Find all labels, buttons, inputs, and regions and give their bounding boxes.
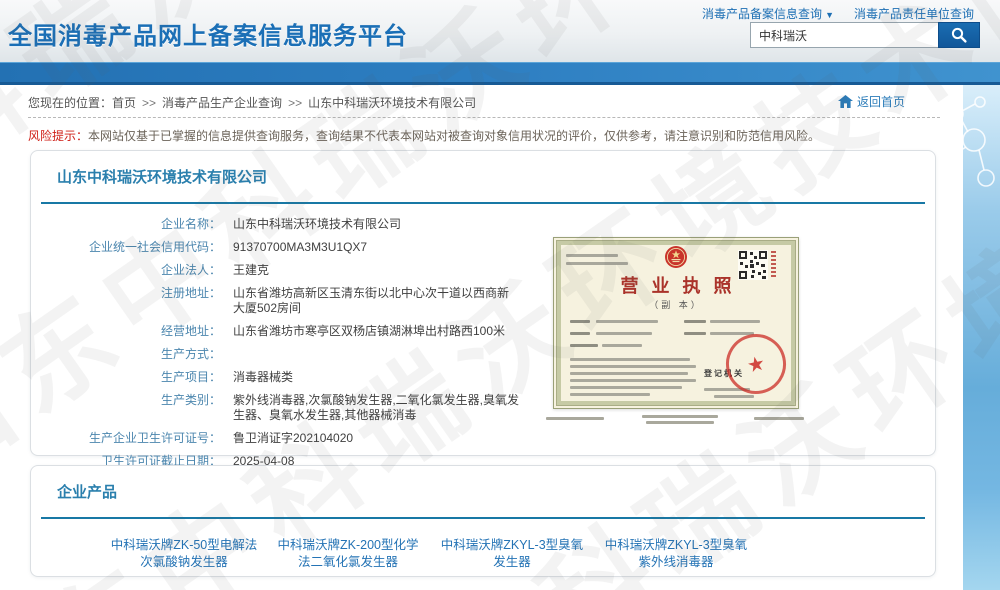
field-enterprise-name: 企业名称： 山东中科瑞沃环境技术有限公司 [31, 217, 935, 232]
breadcrumb-separator: >> [142, 96, 156, 110]
field-value: 紫外线消毒器,次氯酸钠发生器,二氧化氯发生器,臭氧发生器、臭氧水发生器,其他器械… [233, 393, 519, 423]
home-icon [838, 95, 853, 108]
license-captions [546, 413, 806, 427]
site-header: 全国消毒产品网上备案信息服务平台 消毒产品备案信息查询▼ 消毒产品责任单位查询 [0, 0, 1000, 62]
business-license-image: 营业执照 （副 本） [553, 237, 799, 409]
license-scope-bar [570, 365, 696, 368]
field-label: 注册地址： [31, 286, 221, 316]
field-hygiene-license-no: 生产企业卫生许可证号： 鲁卫消证字202104020 [31, 431, 935, 446]
field-credit-code: 企业统一社会信用代码： 91370700MA3M3U1QX7 [31, 240, 935, 255]
license-scope-bar [570, 393, 650, 396]
breadcrumb-home-link[interactable]: 首页 [112, 96, 136, 110]
header-band [0, 62, 1000, 85]
license-smallprint [566, 254, 618, 257]
breadcrumb-query-link[interactable]: 消毒产品生产企业查询 [162, 96, 282, 110]
license-field-bar [710, 320, 760, 323]
product-link[interactable]: 中科瑞沃牌ZKYL-3型臭氧紫外线消毒器 [601, 537, 751, 571]
product-link[interactable]: 中科瑞沃牌ZKYL-3型臭氧发生器 [437, 537, 587, 571]
license-field-bar [596, 320, 658, 323]
license-smallprint [566, 262, 628, 265]
nav-responsible-unit-query[interactable]: 消毒产品责任单位查询 [854, 5, 974, 22]
license-scope-bar [570, 386, 682, 389]
product-link[interactable]: 中科瑞沃牌ZK-50型电解法次氯酸钠发生器 [109, 537, 259, 571]
license-field-bar [570, 344, 598, 347]
search-input[interactable] [750, 22, 938, 48]
search-button[interactable] [938, 22, 980, 48]
license-scope-bar [570, 372, 688, 375]
field-production-item: 生产项目： 消毒器械类 [31, 370, 935, 385]
field-business-address: 经营地址： 山东省潍坊市寒亭区双杨店镇湖淋埠出村路西100米 [31, 324, 935, 339]
field-label: 生产类别： [31, 393, 221, 423]
nav-record-info-query[interactable]: 消毒产品备案信息查询▼ [702, 5, 834, 22]
site-title: 全国消毒产品网上备案信息服务平台 [8, 16, 408, 51]
field-legal-person: 企业法人： 王建克 [31, 263, 935, 278]
field-value: 鲁卫消证字202104020 [233, 431, 519, 446]
field-label: 生产企业卫生许可证号： [31, 431, 221, 446]
field-label: 生产方式： [31, 347, 221, 362]
chevron-down-icon: ▼ [825, 10, 834, 20]
license-scope-bar [570, 379, 696, 382]
product-list: 中科瑞沃牌ZK-50型电解法次氯酸钠发生器 中科瑞沃牌ZK-200型化学法二氧化… [109, 537, 935, 571]
field-label: 生产项目： [31, 370, 221, 385]
breadcrumb-divider [28, 117, 940, 118]
back-home-link[interactable]: 返回首页 [838, 93, 905, 110]
risk-notice-label: 风险提示： [28, 129, 88, 143]
company-info-panel: 山东中科瑞沃环境技术有限公司 企业名称： 山东中科瑞沃环境技术有限公司 企业统一社… [30, 150, 936, 456]
field-value: 山东中科瑞沃环境技术有限公司 [233, 217, 519, 232]
breadcrumb-current: 山东中科瑞沃环境技术有限公司 [308, 96, 476, 110]
field-value: 山东省潍坊高新区玉清东街以北中心次干道以西商新大厦502房间 [233, 286, 519, 316]
field-registered-address: 注册地址： 山东省潍坊高新区玉清东街以北中心次干道以西商新大厦502房间 [31, 286, 935, 316]
license-code-marks [771, 251, 776, 279]
license-subtitle: （副 本） [554, 298, 798, 311]
license-date-bar [714, 395, 754, 398]
company-fields: 企业名称： 山东中科瑞沃环境技术有限公司 企业统一社会信用代码： 91370700M… [31, 204, 935, 469]
breadcrumb-separator: >> [288, 96, 302, 110]
license-field-bar [684, 320, 706, 323]
license-field-bar [570, 320, 590, 323]
back-home-label: 返回首页 [857, 93, 905, 110]
field-value: 91370700MA3M3U1QX7 [233, 240, 519, 255]
field-value [233, 347, 519, 362]
products-panel: 企业产品 中科瑞沃牌ZK-50型电解法次氯酸钠发生器 中科瑞沃牌ZK-200型化… [30, 465, 936, 577]
license-field-bar [570, 332, 590, 335]
license-field-bar [602, 344, 642, 347]
product-link[interactable]: 中科瑞沃牌ZK-200型化学法二氧化氯发生器 [273, 537, 423, 571]
field-value: 消毒器械类 [233, 370, 519, 385]
panel-title-rule [41, 517, 925, 519]
risk-notice-text: 本网站仅基于已掌握的信息提供查询服务，查询结果不代表本网站对被查询对象信用状况的… [88, 129, 820, 143]
license-qr-code [738, 250, 768, 280]
top-nav: 消毒产品备案信息查询▼ 消毒产品责任单位查询 [702, 5, 974, 22]
license-field-bar [684, 332, 706, 335]
breadcrumb-prefix: 您现在的位置： [28, 96, 112, 110]
breadcrumb: 您现在的位置：首页 >> 消毒产品生产企业查询 >> 山东中科瑞沃环境技术有限公司 [28, 94, 476, 111]
field-production-mode: 生产方式： [31, 347, 935, 362]
risk-notice: 风险提示：本网站仅基于已掌握的信息提供查询服务，查询结果不代表本网站对被查询对象… [28, 127, 820, 144]
molecule-icon [928, 88, 1000, 218]
nav-record-info-query-label: 消毒产品备案信息查询 [702, 7, 822, 21]
field-value: 王建克 [233, 263, 519, 278]
license-scope-bar [570, 358, 690, 361]
field-label: 企业名称： [31, 217, 221, 232]
field-label: 经营地址： [31, 324, 221, 339]
field-label: 企业法人： [31, 263, 221, 278]
company-panel-title: 山东中科瑞沃环境技术有限公司 [57, 166, 935, 187]
page: 全国消毒产品网上备案信息服务平台 消毒产品备案信息查询▼ 消毒产品责任单位查询 [0, 0, 1000, 590]
search-icon [950, 26, 968, 44]
license-field-bar [596, 332, 652, 335]
seal-star-icon: ★ [745, 350, 768, 378]
field-label: 企业统一社会信用代码： [31, 240, 221, 255]
products-panel-title: 企业产品 [57, 481, 935, 502]
national-emblem-icon [664, 244, 688, 270]
field-value: 山东省潍坊市寒亭区双杨店镇湖淋埠出村路西100米 [233, 324, 519, 339]
search-bar [750, 22, 980, 48]
